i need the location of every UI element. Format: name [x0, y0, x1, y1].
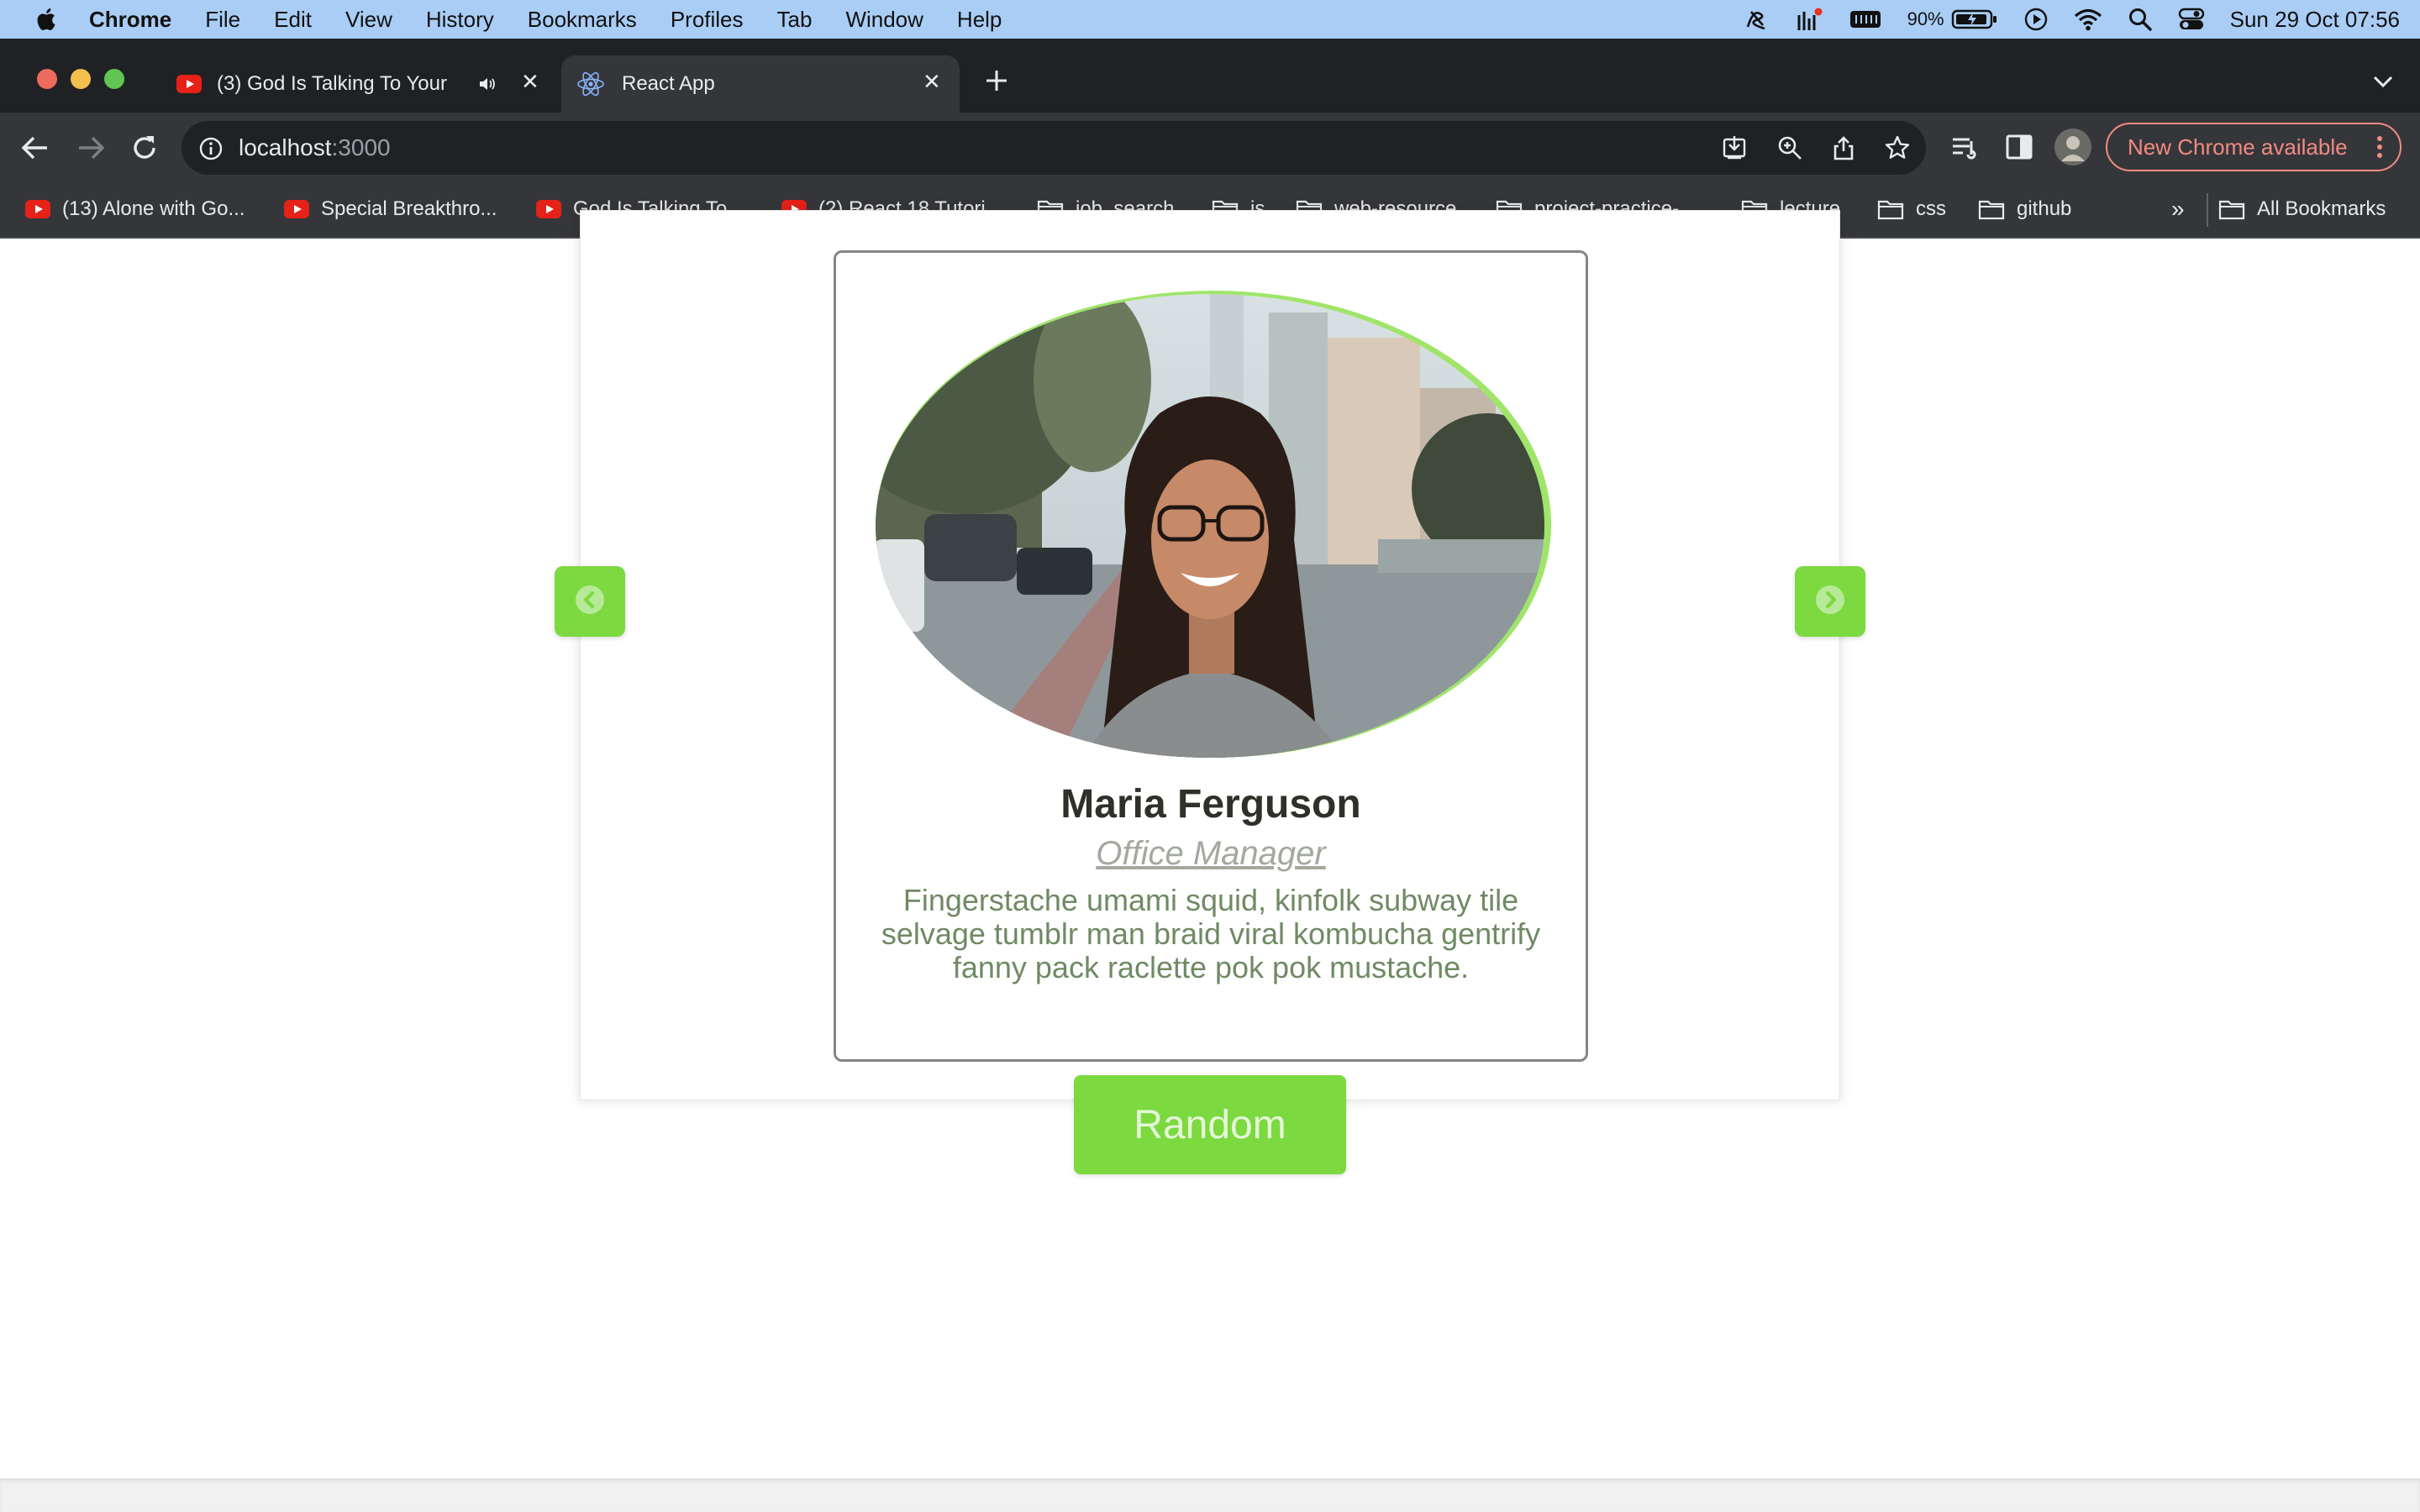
share-icon[interactable] [1830, 134, 1857, 165]
spotlight-search-icon[interactable] [2128, 7, 2153, 32]
menu-view[interactable]: View [345, 7, 392, 33]
control-center-icon[interactable] [2178, 8, 2205, 31]
new-chrome-label: New Chrome available [2128, 134, 2348, 160]
forward-arrow-icon[interactable] [74, 131, 108, 165]
bookmarks-divider [2207, 193, 2208, 227]
folder-icon [1877, 198, 1904, 220]
next-review-button[interactable] [1795, 566, 1865, 637]
menu-app-name[interactable]: Chrome [89, 7, 171, 33]
menubar-status-area: 90% Sun 29 Oct 07:56 [1718, 0, 2400, 39]
reviewer-photo [874, 287, 1555, 758]
bookmark-label: css [1916, 197, 1946, 220]
bookmarks-overflow-button[interactable]: » [2171, 195, 2185, 223]
tab-react-app[interactable]: React App ✕ [561, 55, 960, 113]
macos-menu-bar: Chrome File Edit View History Bookmarks … [0, 0, 2420, 39]
youtube-icon [536, 200, 561, 218]
tab-title: (3) God Is Talking To Your [217, 72, 447, 95]
youtube-icon [284, 200, 309, 218]
chevron-left-icon [575, 585, 605, 619]
menu-history[interactable]: History [426, 7, 494, 33]
bookmark-label: (13) Alone with Go... [62, 197, 245, 220]
close-tab-icon[interactable]: ✕ [521, 69, 539, 95]
menu-tab[interactable]: Tab [777, 7, 813, 33]
tab-search-chevron-icon[interactable] [2371, 74, 2395, 93]
menu-profiles[interactable]: Profiles [671, 7, 744, 33]
address-bar[interactable]: localhost:3000 [182, 121, 1926, 175]
chevron-right-icon [1815, 585, 1845, 619]
bookmark-star-icon[interactable] [1884, 134, 1911, 165]
side-panel-icon[interactable] [2005, 133, 2033, 161]
youtube-icon [176, 75, 202, 93]
wifi-icon[interactable] [2074, 8, 2102, 31]
battery-icon[interactable] [1951, 8, 1998, 31]
battery-percent: 90% [1907, 8, 1944, 29]
more-vertical-icon[interactable] [2376, 134, 2383, 165]
window-close-button[interactable] [37, 69, 57, 89]
reading-list-icon[interactable] [1949, 133, 1980, 163]
menu-window[interactable]: Window [845, 7, 923, 33]
bookmark-item[interactable]: Special Breakthro... [284, 195, 497, 223]
new-chrome-available-button[interactable]: New Chrome available [2106, 123, 2402, 171]
menu-edit[interactable]: Edit [274, 7, 312, 33]
bookmark-label: Special Breakthro... [321, 197, 497, 220]
chrome-tab-strip: (3) God Is Talking To Your ✕ React App ✕ [0, 39, 2420, 113]
script-editor-icon[interactable] [1743, 7, 1771, 32]
bookmark-folder[interactable]: github [1978, 195, 2071, 223]
prev-review-button[interactable] [555, 566, 625, 637]
url-host: localhost [239, 134, 332, 160]
menu-help[interactable]: Help [957, 7, 1002, 33]
menu-bookmarks[interactable]: Bookmarks [528, 7, 637, 33]
random-review-button[interactable]: Random [1074, 1075, 1346, 1174]
url-text[interactable]: localhost:3000 [239, 134, 391, 161]
clock[interactable]: Sun 29 Oct 07:56 [2230, 7, 2400, 33]
menu-file[interactable]: File [205, 7, 240, 33]
speaker-icon[interactable] [477, 74, 497, 100]
tab-title: React App [622, 72, 715, 95]
now-playing-icon[interactable] [2023, 7, 2049, 32]
site-info-icon[interactable] [198, 136, 224, 165]
folder-icon [1978, 198, 2005, 220]
all-bookmarks-label: All Bookmarks [2257, 197, 2386, 220]
install-app-icon[interactable] [1721, 134, 1748, 165]
youtube-icon [25, 200, 50, 218]
tab-youtube[interactable]: (3) God Is Talking To Your ✕ [165, 55, 555, 113]
bookmark-label: github [2017, 197, 2072, 220]
all-bookmarks-button[interactable]: All Bookmarks [2218, 195, 2386, 223]
close-tab-icon[interactable]: ✕ [923, 69, 941, 95]
window-minimize-button[interactable] [71, 69, 91, 89]
monitor-chart-icon[interactable] [1797, 7, 1823, 32]
memory-icon[interactable] [1849, 8, 1882, 31]
chrome-toolbar: localhost:3000 New Chrome available [0, 113, 2420, 183]
zoom-icon[interactable] [1776, 134, 1803, 165]
folder-icon [2218, 198, 2245, 220]
react-icon [576, 71, 605, 97]
profile-avatar[interactable] [2054, 128, 2092, 166]
review-text: Fingerstache umami squid, kinfolk subway… [881, 883, 1541, 984]
bookmark-folder[interactable]: css [1877, 195, 1946, 223]
reviewer-name: Maria Ferguson [1060, 782, 1361, 827]
apple-logo-icon[interactable] [34, 7, 57, 32]
url-port: :3000 [331, 134, 391, 160]
reviewer-job: Office Manager [1096, 835, 1326, 872]
new-tab-icon[interactable] [983, 67, 1010, 98]
back-arrow-icon[interactable] [18, 131, 52, 165]
window-bottom-edge [0, 1478, 2420, 1512]
window-zoom-button[interactable] [104, 69, 124, 89]
bookmark-item[interactable]: (13) Alone with Go... [25, 195, 245, 223]
reload-icon[interactable] [128, 131, 161, 165]
